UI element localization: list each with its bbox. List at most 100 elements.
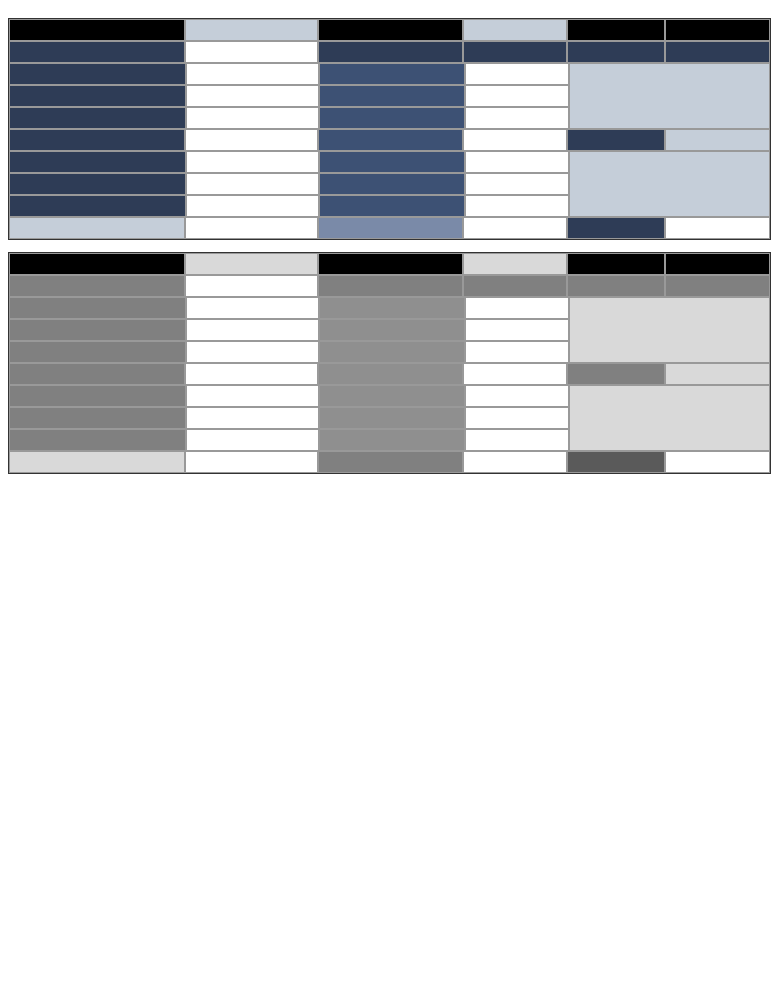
mail1-label: [9, 363, 185, 385]
phone2-label: [9, 85, 186, 107]
mail2-input[interactable]: [186, 151, 319, 173]
csz-input[interactable]: [186, 173, 319, 195]
email-input[interactable]: [186, 341, 319, 363]
date-input-1[interactable]: [465, 319, 569, 341]
mail2-label: [9, 385, 186, 407]
mail2-input[interactable]: [186, 385, 319, 407]
date-input-2[interactable]: [465, 341, 569, 363]
notes-header-fill: [665, 363, 770, 385]
vendor-card: [8, 18, 771, 240]
date-input-0[interactable]: [465, 63, 569, 85]
date-label-0: [319, 63, 465, 85]
email-input[interactable]: [186, 107, 319, 129]
product-desc-label-ext: [665, 275, 770, 297]
initial-quoted-cost-input[interactable]: [185, 451, 317, 473]
final-cost-label: [567, 217, 666, 239]
mail1-input[interactable]: [185, 129, 317, 151]
important-dates-label: [318, 41, 463, 63]
phone2-label: [9, 319, 186, 341]
vendor-name-input[interactable]: [185, 19, 317, 41]
product-desc-input[interactable]: [569, 63, 770, 129]
date-label-2: [319, 107, 465, 129]
web-label: [9, 195, 186, 217]
wedding-planner-label: [665, 19, 770, 41]
vendor-type-label: [567, 253, 666, 275]
date2-label-0: [319, 151, 465, 173]
vendor-type-label: [567, 19, 666, 41]
date2-input-2[interactable]: [465, 429, 569, 451]
overall-rating-label: [318, 253, 463, 275]
date-input-2[interactable]: [465, 107, 569, 129]
mail1-input[interactable]: [185, 363, 317, 385]
date2-input-2[interactable]: [465, 195, 569, 217]
contract-signed-input[interactable]: [463, 363, 567, 385]
product-desc-input[interactable]: [569, 297, 770, 363]
date-input-1[interactable]: [465, 85, 569, 107]
phone2-input[interactable]: [186, 319, 319, 341]
contract-signed-label: [318, 363, 463, 385]
final-cost-input[interactable]: [665, 217, 770, 239]
date2-input-1[interactable]: [465, 173, 569, 195]
date2-label-1: [319, 173, 465, 195]
date2-label-1: [319, 407, 465, 429]
contract-signed-label: [318, 129, 463, 151]
date2-input-0[interactable]: [465, 151, 569, 173]
initial-quoted-cost-input[interactable]: [185, 217, 317, 239]
date-input-0[interactable]: [465, 297, 569, 319]
phone1-label: [9, 297, 186, 319]
mail1-label: [9, 129, 185, 151]
date-label-1: [319, 319, 465, 341]
revised-cost-label: [318, 217, 463, 239]
date2-input-1[interactable]: [465, 407, 569, 429]
wedding-planner-label: [665, 253, 770, 275]
vendor-name-label: [9, 253, 185, 275]
date-label-2: [319, 341, 465, 363]
contact-name-input[interactable]: [185, 275, 317, 297]
phone1-label: [9, 63, 186, 85]
phone1-input[interactable]: [186, 297, 319, 319]
vendor-name-label: [9, 19, 185, 41]
notes-input[interactable]: [569, 151, 770, 217]
notes-header-fill: [665, 129, 770, 151]
overall-rating-input[interactable]: [463, 253, 567, 275]
mail2-label: [9, 151, 186, 173]
product-desc-label: [567, 41, 666, 63]
final-cost-label: [567, 451, 666, 473]
contact-name-label: [9, 275, 185, 297]
important-dates-spacer: [463, 41, 567, 63]
csz-label: [9, 407, 186, 429]
product-desc-label: [567, 275, 666, 297]
contact-name-input[interactable]: [185, 41, 317, 63]
notes-label: [567, 363, 666, 385]
revised-cost-label: [318, 451, 463, 473]
csz-input[interactable]: [186, 407, 319, 429]
date2-input-0[interactable]: [465, 385, 569, 407]
contract-signed-input[interactable]: [463, 129, 567, 151]
initial-quoted-cost-label: [9, 217, 185, 239]
web-input[interactable]: [186, 429, 319, 451]
revised-cost-input[interactable]: [463, 451, 567, 473]
vendor-name-input[interactable]: [185, 253, 317, 275]
vendor-card: [8, 252, 771, 474]
date-label-1: [319, 85, 465, 107]
date2-label-0: [319, 385, 465, 407]
email-label: [9, 341, 186, 363]
overall-rating-label: [318, 19, 463, 41]
important-dates-spacer: [463, 275, 567, 297]
csz-label: [9, 173, 186, 195]
overall-rating-input[interactable]: [463, 19, 567, 41]
date2-label-2: [319, 195, 465, 217]
initial-quoted-cost-label: [9, 451, 185, 473]
email-label: [9, 107, 186, 129]
final-cost-input[interactable]: [665, 451, 770, 473]
web-input[interactable]: [186, 195, 319, 217]
notes-input[interactable]: [569, 385, 770, 451]
revised-cost-input[interactable]: [463, 217, 567, 239]
phone2-input[interactable]: [186, 85, 319, 107]
phone1-input[interactable]: [186, 63, 319, 85]
contact-name-label: [9, 41, 185, 63]
date-label-0: [319, 297, 465, 319]
notes-label: [567, 129, 666, 151]
product-desc-label-ext: [665, 41, 770, 63]
important-dates-label: [318, 275, 463, 297]
